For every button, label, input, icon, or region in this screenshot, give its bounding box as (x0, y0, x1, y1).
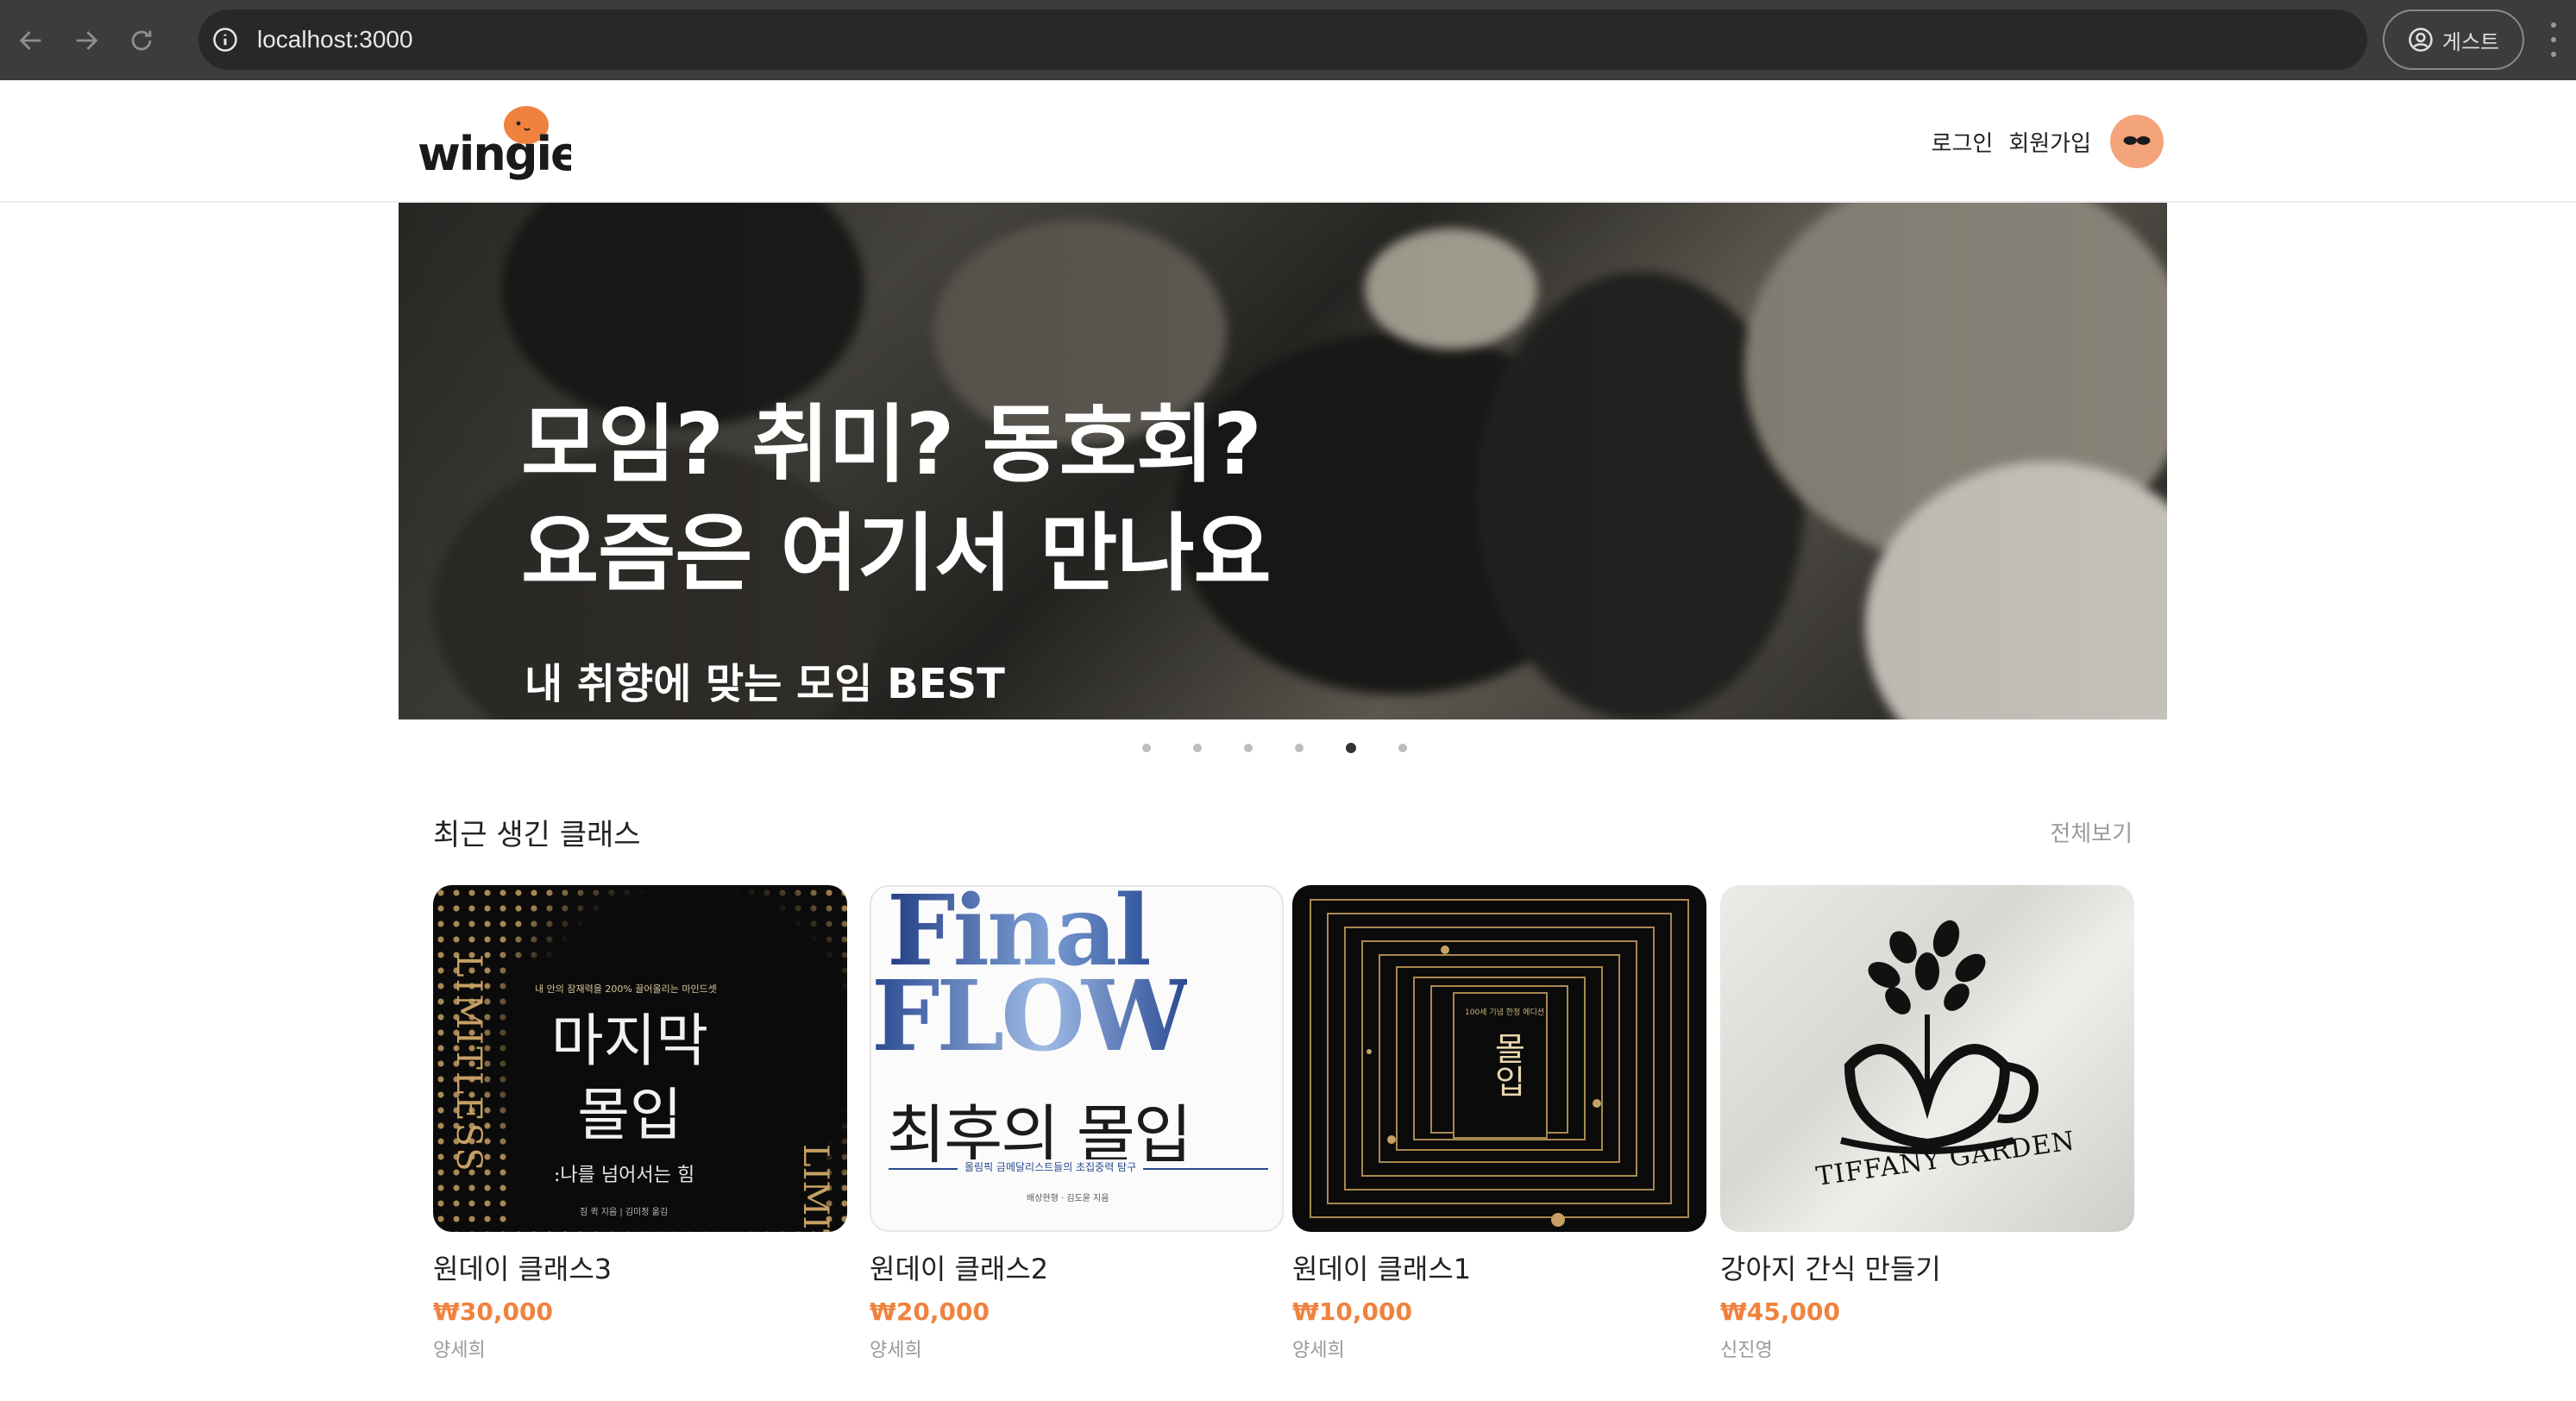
class-author: 양세희 (1292, 1340, 1345, 1361)
profile-button[interactable]: 게스트 (2383, 9, 2524, 70)
class-card[interactable]: Final FLOW 최후의 몰입 올림픽 금메달리스트들의 초집중력 탐구 배… (870, 885, 1284, 1362)
class-author: 신진영 (1720, 1340, 1773, 1361)
carousel-pagination (1142, 743, 1407, 753)
url-text: localhost:3000 (257, 26, 413, 53)
cover-title: 마지막 몰입 (550, 1008, 709, 1148)
class-thumbnail[interactable]: TIFFANY GARDEN (1720, 885, 2134, 1232)
see-all-link[interactable]: 전체보기 (2050, 816, 2133, 848)
class-title[interactable]: 원데이 클래스3 (433, 1247, 847, 1287)
carousel-dot-active[interactable] (1346, 743, 1356, 753)
class-thumbnail[interactable]: LIMITLESS LIMITLESS 내 안의 잠재력을 200% 끌어올리는… (433, 885, 847, 1232)
cover-credit: 짐 퀵 지음 | 김미정 옮김 (580, 1208, 669, 1217)
cover-side-text: LIMITLESS (449, 954, 488, 1173)
class-thumbnail[interactable]: Final FLOW 최후의 몰입 올림픽 금메달리스트들의 초집중력 탐구 배… (870, 885, 1284, 1232)
cover-title-line2: FLOW (871, 960, 1191, 1073)
arrow-right-icon (76, 30, 98, 50)
site-info-icon[interactable] (210, 25, 240, 54)
browser-menu-icon[interactable] (2545, 22, 2562, 57)
cover-tagline: 올림픽 금메달리스트들의 초집중력 탐구 (958, 1159, 1144, 1174)
profile-label: 게스트 (2441, 29, 2500, 54)
browser-toolbar: localhost:3000 게스트 (0, 0, 2576, 80)
cover-top-line: 100세 기념 한정 에디션 (1465, 1008, 1545, 1017)
class-price: ₩30,000 (433, 1297, 553, 1326)
carousel-dot[interactable] (1295, 744, 1304, 752)
cover-credit: 배상현형 · 김도윤 지음 (1027, 1194, 1109, 1203)
carousel-dot[interactable] (1244, 744, 1253, 752)
site-header: wingie 로그인 회원가입 (0, 80, 2576, 203)
cover-side-text: LIMITLESS (795, 1144, 835, 1232)
sunglasses-icon (2123, 135, 2151, 145)
section-title: 최근 생긴 클래스 (433, 818, 641, 852)
tiffany-garden-logo (1840, 920, 2039, 1154)
svg-text:wingie: wingie (418, 127, 571, 181)
class-price: ₩45,000 (1720, 1297, 1840, 1326)
login-link[interactable]: 로그인 (1932, 126, 1994, 158)
class-price: ₩10,000 (1292, 1297, 1412, 1326)
carousel-dot[interactable] (1193, 744, 1202, 752)
cover-subtitle: :나를 넘어서는 힘 (554, 1165, 695, 1186)
class-card[interactable]: TIFFANY GARDEN 강아지 간식 만들기 ₩45,000 신진영 (1720, 885, 2134, 1362)
wingie-logo[interactable]: wingie (416, 99, 571, 185)
class-author: 양세희 (433, 1340, 486, 1361)
class-card[interactable]: LIMITLESS LIMITLESS 내 안의 잠재력을 200% 끌어올리는… (433, 885, 847, 1362)
class-card[interactable]: 100세 기념 한정 에디션 몰입 원데이 클래스1 ₩10,000 양세희 (1292, 885, 1706, 1362)
banner-subtitle: 내 취향에 맞는 모임 BEST (525, 660, 1005, 708)
cover-title: 몰입 (1488, 1032, 1526, 1097)
class-thumbnail[interactable]: 100세 기념 한정 에디션 몰입 (1292, 885, 1706, 1232)
class-title[interactable]: 원데이 클래스1 (1292, 1247, 1706, 1287)
user-circle-icon (2409, 28, 2433, 52)
signup-link[interactable]: 회원가입 (2008, 126, 2091, 158)
class-price: ₩20,000 (870, 1297, 990, 1326)
class-author: 양세희 (870, 1340, 922, 1361)
hero-banner[interactable]: 모임? 취미? 동호회? 요즘은 여기서 만나요 내 취향에 맞는 모임 BES… (399, 203, 2167, 719)
reload-icon (131, 30, 152, 50)
forward-button[interactable] (62, 16, 110, 65)
class-title[interactable]: 강아지 간식 만들기 (1720, 1247, 2134, 1287)
carousel-dot[interactable] (1398, 744, 1407, 752)
class-title[interactable]: 원데이 클래스2 (870, 1247, 1284, 1287)
arrow-left-icon (19, 30, 41, 50)
avatar[interactable] (2110, 115, 2164, 168)
reload-button[interactable] (117, 16, 166, 65)
back-button[interactable] (7, 16, 55, 65)
cover-top-line: 내 안의 잠재력을 200% 끌어올리는 마인드셋 (535, 983, 717, 995)
banner-title: 모임? 취미? 동호회? 요즘은 여기서 만나요 (521, 396, 1272, 603)
address-bar[interactable]: localhost:3000 (198, 9, 2367, 70)
carousel-dot[interactable] (1142, 744, 1151, 752)
